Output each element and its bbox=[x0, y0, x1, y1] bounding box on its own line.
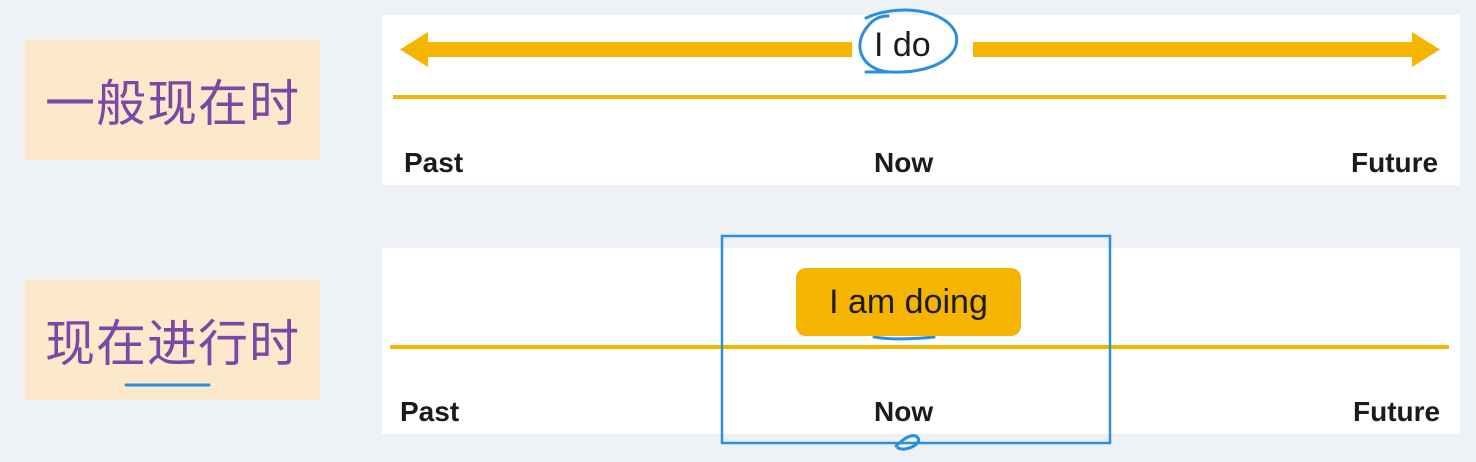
timeline-past-label: Past bbox=[404, 147, 464, 178]
tense-label-text: 一般现在时 bbox=[45, 75, 300, 133]
timeline-past-label: Past bbox=[400, 396, 460, 427]
timeline-future-label: Future bbox=[1353, 396, 1441, 427]
tense-label-present-progressive: 现在进行时 bbox=[25, 280, 320, 400]
example-text: I do bbox=[874, 26, 931, 64]
timeline-now-label: Now bbox=[874, 396, 934, 427]
example-sentence-simple: I do bbox=[874, 26, 931, 65]
example-sentence-progressive: I am doing bbox=[796, 268, 1021, 336]
example-text: I am doing bbox=[829, 282, 988, 321]
timeline-future-label: Future bbox=[1351, 147, 1439, 178]
timeline-now-label: Now bbox=[874, 147, 934, 178]
tense-label-simple-present: 一般现在时 bbox=[25, 40, 320, 160]
annotation-mark bbox=[894, 434, 921, 451]
tense-label-text: 现在进行时 bbox=[45, 315, 300, 373]
